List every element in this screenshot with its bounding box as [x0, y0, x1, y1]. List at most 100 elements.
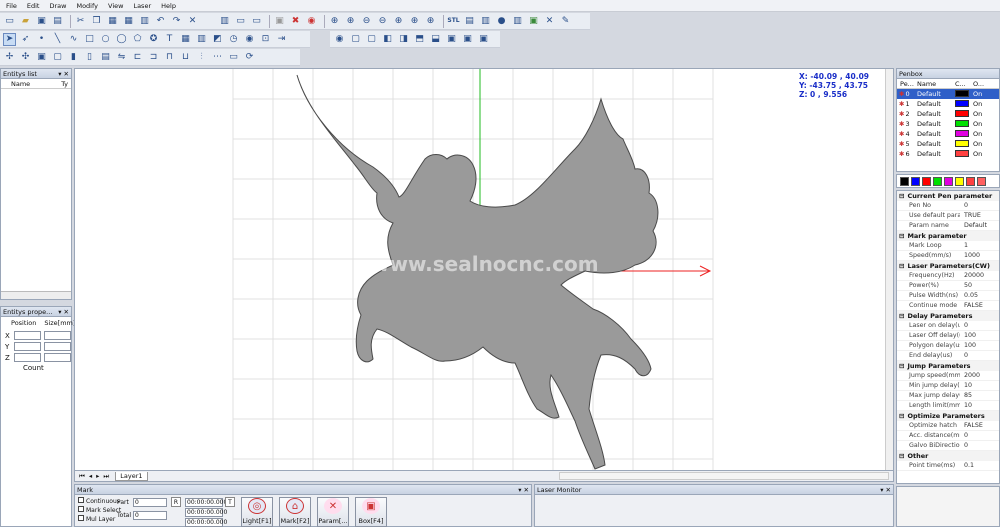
pen-on[interactable]: On	[973, 90, 982, 98]
light-button[interactable]: ◎ Light[F1]	[241, 497, 273, 527]
print-icon[interactable]: ▤	[51, 15, 64, 28]
size-x-input[interactable]	[43, 331, 71, 340]
palette-swatch[interactable]	[977, 176, 986, 186]
collapse-icon[interactable]: ⊟	[899, 312, 904, 320]
size-z-input[interactable]	[43, 353, 71, 362]
prop-row[interactable]: Frequency(Hz) 20000	[897, 271, 999, 281]
view-right-icon[interactable]: ◨	[397, 33, 410, 46]
align-icon[interactable]: ▥	[138, 15, 151, 28]
zoom-select-icon[interactable]: ⊕	[408, 15, 421, 28]
collapse-icon[interactable]: ⊟	[899, 362, 904, 370]
curve-icon[interactable]: ∿	[67, 33, 80, 46]
prop-row[interactable]: Galvo BiDirection o...0	[897, 441, 999, 451]
prop-row[interactable]: Polygon delay(us) 100	[897, 341, 999, 351]
zoom-window-icon[interactable]: ⊖	[376, 15, 389, 28]
hatch-icon[interactable]: ▤	[99, 51, 112, 64]
grid-icon[interactable]: ▦	[122, 15, 135, 28]
view-left-icon[interactable]: ◧	[381, 33, 394, 46]
continuous-checkbox[interactable]	[78, 497, 84, 503]
collapse-icon[interactable]: ⊟	[899, 452, 904, 460]
zoom-out-icon[interactable]: ⊖	[360, 15, 373, 28]
prop-row[interactable]: Length limit(mm) 10	[897, 401, 999, 411]
cross-icon[interactable]: ✕	[543, 15, 556, 28]
menu-file[interactable]: File	[6, 2, 17, 10]
palette-swatch[interactable]	[900, 176, 909, 186]
star-icon[interactable]: ✪	[147, 33, 160, 46]
prop-category[interactable]: ⊟ Other	[897, 451, 999, 461]
pin-icon[interactable]: ▾	[58, 70, 61, 78]
motion-icon[interactable]: ⇥	[275, 33, 288, 46]
ungroup-icon[interactable]: ▢	[51, 51, 64, 64]
prop-value[interactable]: 1000	[960, 252, 999, 259]
collapse-icon[interactable]: ⊟	[899, 412, 904, 420]
array-icon[interactable]: ▥	[218, 15, 231, 28]
prop-row[interactable]: Point time(ms) 0.1	[897, 461, 999, 471]
prop-value[interactable]: 100	[960, 342, 999, 349]
last-layer-icon[interactable]: ⏭	[103, 472, 109, 481]
rectangle-icon[interactable]: □	[83, 33, 96, 46]
list-scrollbar[interactable]	[1, 291, 71, 299]
pen-color-swatch[interactable]	[955, 109, 969, 117]
copy-icon[interactable]: ❐	[90, 15, 103, 28]
prop-row[interactable]: Power(%) 50	[897, 281, 999, 291]
prop-value[interactable]: 0	[960, 352, 999, 359]
size-same-icon[interactable]: ▭	[227, 51, 240, 64]
prop-value[interactable]: 2000	[960, 372, 999, 379]
pin-icon[interactable]: ▾	[518, 486, 521, 494]
time-reset-button[interactable]: T	[225, 497, 235, 507]
pos-y-input[interactable]	[13, 342, 41, 351]
prop-value[interactable]: 10	[960, 402, 999, 409]
node-edit-icon[interactable]: ➶	[19, 33, 32, 46]
mark-button[interactable]: ⌂ Mark[F2]	[279, 497, 311, 527]
param-button[interactable]: ✕ Param[...	[317, 497, 349, 527]
paste-icon[interactable]: ▦	[106, 15, 119, 28]
menu-laser[interactable]: Laser	[133, 2, 151, 10]
menu-draw[interactable]: Draw	[49, 2, 66, 10]
mirror-icon[interactable]: ⇋	[115, 51, 128, 64]
prev-layer-icon[interactable]: ◂	[89, 472, 92, 480]
pen-color-swatch[interactable]	[955, 129, 969, 137]
prop-category[interactable]: ⊟ Current Pen parameter	[897, 191, 999, 201]
palette-swatch[interactable]	[955, 176, 964, 186]
delete-icon[interactable]: ✕	[186, 15, 199, 28]
box-button[interactable]: ▣ Box[F4]	[355, 497, 387, 527]
close-icon[interactable]: ✕	[524, 486, 529, 494]
collapse-icon[interactable]: ⊟	[899, 232, 904, 240]
col-type[interactable]: Ty	[61, 80, 68, 88]
palette-swatch[interactable]	[966, 176, 975, 186]
image-icon[interactable]: ▣	[527, 15, 540, 28]
export-icon[interactable]: ▭	[250, 15, 263, 28]
menu-help[interactable]: Help	[161, 2, 176, 10]
prop-value[interactable]: 0	[960, 432, 999, 439]
collapse-icon[interactable]: ⊟	[899, 192, 904, 200]
prop-row[interactable]: Max jump delay(us)85	[897, 391, 999, 401]
view-iso-icon[interactable]: ◉	[333, 33, 346, 46]
align-top-icon[interactable]: ⊓	[163, 51, 176, 64]
input-port-icon[interactable]: ◉	[243, 33, 256, 46]
prop-category[interactable]: ⊟ Laser Parameters(CW)	[897, 261, 999, 271]
prop-value[interactable]: FALSE	[960, 422, 999, 429]
pos-x-input[interactable]	[13, 331, 41, 340]
prop-value[interactable]: 0	[960, 442, 999, 449]
close-icon[interactable]: ✕	[64, 308, 69, 316]
prop-category[interactable]: ⊟ Optimize Parameters	[897, 411, 999, 421]
vector-file-icon[interactable]: ◩	[211, 33, 224, 46]
align-bottom-icon[interactable]: ⊔	[179, 51, 192, 64]
select-arrow-icon[interactable]: ➤	[3, 32, 16, 46]
pen-on[interactable]: On	[973, 120, 982, 128]
prop-row[interactable]: Pulse Width(ns) 0.05	[897, 291, 999, 301]
text-icon[interactable]: T	[163, 33, 176, 46]
prop-row[interactable]: Acc. distance(mm)0	[897, 431, 999, 441]
menu-edit[interactable]: Edit	[27, 2, 40, 10]
pen-on[interactable]: On	[973, 140, 982, 148]
view-bottom-icon[interactable]: ⬓	[429, 33, 442, 46]
pen-row[interactable]: ✱ 6 Default On	[897, 149, 999, 159]
import-icon[interactable]: ▭	[234, 15, 247, 28]
prop-value[interactable]: 0.1	[960, 462, 999, 469]
canvas-vscroll[interactable]	[885, 69, 893, 470]
pen-row[interactable]: ✱ 3 Default On	[897, 119, 999, 129]
ellipse-icon[interactable]: ◯	[115, 33, 128, 46]
dist-h-icon[interactable]: ⫶	[195, 51, 208, 64]
output-port-icon[interactable]: ⊡	[259, 33, 272, 46]
prop-row[interactable]: Use default paramTRUE	[897, 211, 999, 221]
